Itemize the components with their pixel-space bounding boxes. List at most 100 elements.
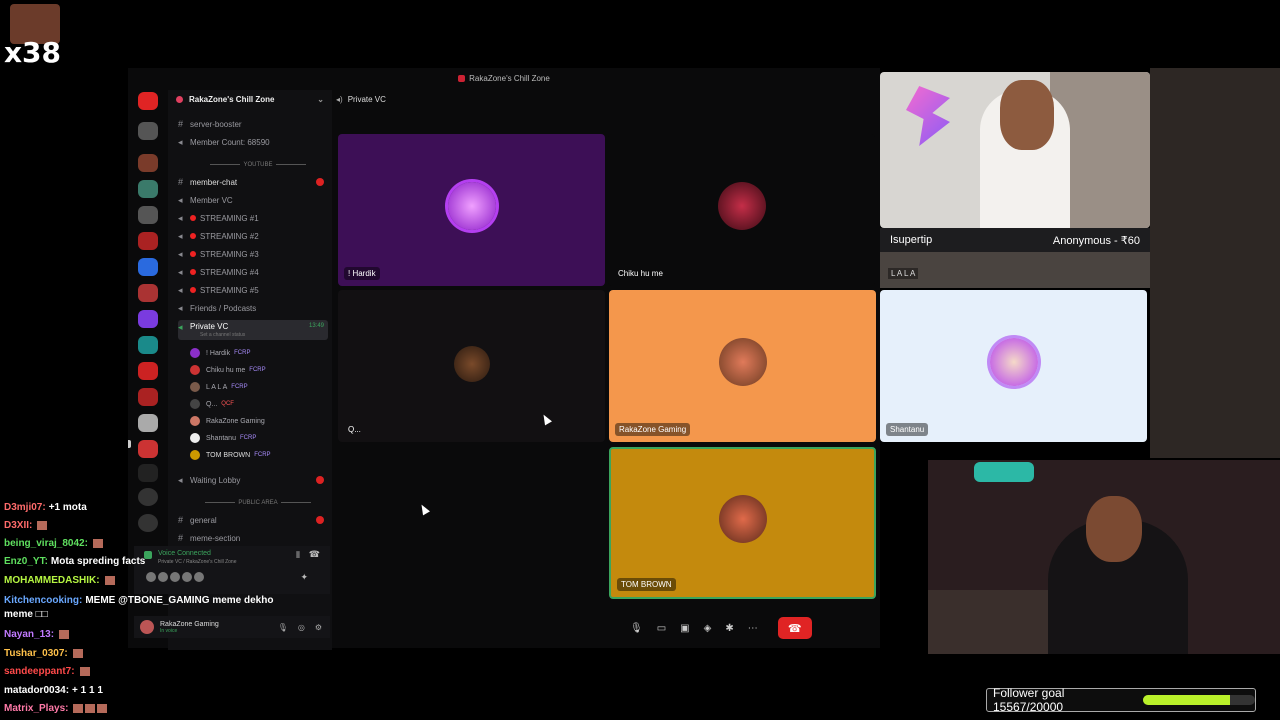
combo-counter: x38 <box>4 2 62 69</box>
channel-private-vc[interactable]: ◂ Private VC Set a channel status 13:49 <box>178 320 328 340</box>
chat-message: Kitchencooking: MEME @TBONE_GAMING meme d… <box>4 595 274 606</box>
background-room <box>1150 68 1280 458</box>
speaker-icon: ◂ <box>178 266 183 277</box>
participant-tile[interactable]: ! Hardik <box>338 134 605 286</box>
chat-message: Matrix_Plays: <box>4 703 108 714</box>
window-title: RakaZone's Chill Zone <box>469 73 550 83</box>
vc-member[interactable]: L A L A FCRP <box>190 379 320 395</box>
server-icon[interactable] <box>138 284 158 302</box>
channel-member-chat[interactable]: # member-chat <box>178 174 328 190</box>
mention-badge <box>316 178 324 186</box>
participant-tile[interactable]: Q... <box>338 290 605 442</box>
chat-message: being_viraj_8042: <box>4 538 103 549</box>
voice-status: Voice Connected <box>158 550 211 557</box>
chat-message: D3XII: <box>4 520 48 531</box>
server-icon[interactable] <box>138 310 158 328</box>
user-status: In voice <box>160 627 178 634</box>
avatar[interactable] <box>182 572 192 582</box>
emote-icon <box>72 648 83 658</box>
camera-off-icon[interactable]: ▭ <box>657 623 666 634</box>
noise-suppression-icon[interactable]: ⦀ <box>296 550 300 561</box>
channel-meme-section[interactable]: # meme-section <box>178 530 328 546</box>
avatar[interactable] <box>194 572 204 582</box>
explore-icon[interactable] <box>138 514 158 532</box>
lala-tile-strip[interactable]: L A L A <box>880 252 1150 288</box>
channel-friends-podcasts[interactable]: ◂ Friends / Podcasts <box>178 300 328 316</box>
channel-streaming-3[interactable]: ◂ STREAMING #3 <box>178 246 328 262</box>
activities-icon[interactable]: ✦ <box>300 572 308 583</box>
vc-member[interactable]: RakaZone Gaming <box>190 413 320 429</box>
participant-tile[interactable]: Shantanu <box>880 290 1147 442</box>
server-header[interactable]: RakaZone's Chill Zone ⌄ <box>168 90 332 108</box>
voice-channel-name[interactable]: Private VC / RakaZone's Chill Zone <box>158 559 237 565</box>
server-icon[interactable] <box>138 440 158 458</box>
screen-share-icon[interactable]: ▣ <box>680 623 689 634</box>
soundboard-icon[interactable]: ✱ <box>725 623 733 634</box>
server-icon[interactable] <box>138 258 158 276</box>
discord-window: RakaZone's Chill Zone RakaZone's Chill Z… <box>128 68 1147 650</box>
server-icon[interactable] <box>138 362 158 380</box>
avatar[interactable] <box>146 572 156 582</box>
live-dot <box>190 269 196 275</box>
channel-status[interactable]: Set a channel status <box>200 332 245 338</box>
speaker-icon: ◂ <box>178 322 183 332</box>
vc-member[interactable]: Chiku hu me FCRP <box>190 362 320 378</box>
participant-tile-speaking[interactable]: TOM BROWN <box>609 447 876 599</box>
vc-member[interactable]: TOM BROWN FCRP <box>190 447 320 463</box>
channel-general[interactable]: # general <box>178 512 328 528</box>
vc-member[interactable]: Q... QCF <box>190 396 320 412</box>
hash-icon: # <box>178 177 184 187</box>
server-icon[interactable] <box>138 388 158 406</box>
server-icon[interactable] <box>138 122 158 140</box>
avatar[interactable] <box>140 620 154 634</box>
headphones-icon[interactable]: ◎ <box>298 623 305 632</box>
speaker-icon: ◂ <box>178 194 183 205</box>
server-icon[interactable] <box>138 336 158 354</box>
chat-message-cont: meme □□ <box>4 609 48 620</box>
participant-name: L A L A <box>888 268 919 279</box>
add-server-icon[interactable] <box>138 488 158 506</box>
server-icon[interactable] <box>138 180 158 198</box>
server-icon[interactable] <box>138 154 158 172</box>
hangup-button[interactable]: ☎ <box>777 617 812 639</box>
server-icon-new[interactable] <box>138 92 158 110</box>
microphone-icon[interactable]: 🎙 <box>278 623 288 632</box>
channel-server-booster[interactable]: # server-booster <box>178 116 328 132</box>
channel-streaming-4[interactable]: ◂ STREAMING #4 <box>178 264 328 280</box>
settings-gear-icon[interactable]: ⚙ <box>315 623 322 632</box>
chat-message: MOHAMMEDASHIK: <box>4 575 115 586</box>
server-icon[interactable] <box>138 206 158 224</box>
donation-amount: Anonymous - ₹60 <box>1052 234 1140 247</box>
server-icon[interactable] <box>138 414 158 432</box>
vc-member[interactable]: ! Hardik FCRP <box>190 345 320 361</box>
microphone-icon[interactable]: 🎙 <box>630 623 643 634</box>
server-icon[interactable] <box>138 464 158 482</box>
follower-goal-bar <box>1143 695 1255 705</box>
channel-member-vc[interactable]: ◂ Member VC <box>178 192 328 208</box>
section-youtube[interactable]: YOUTUBE <box>188 162 328 168</box>
participant-tile[interactable]: RakaZone Gaming <box>609 290 876 442</box>
channel-member-count[interactable]: ◂ Member Count: 68590 <box>178 134 328 150</box>
activity-icon[interactable]: ◈ <box>704 623 712 634</box>
more-icon[interactable]: ⋯ <box>748 623 758 634</box>
user-info[interactable]: RakaZone Gaming In voice <box>160 621 219 634</box>
vc-member[interactable]: Shantanu FCRP <box>190 430 320 446</box>
disconnect-icon[interactable]: ☎ <box>309 549 320 560</box>
webcam-guest <box>880 72 1150 228</box>
section-public-area[interactable]: PUBLIC AREA <box>188 500 328 506</box>
server-icon[interactable] <box>138 232 158 250</box>
person-head <box>1000 80 1054 150</box>
desk <box>928 590 1048 654</box>
live-dot <box>190 233 196 239</box>
channel-streaming-1[interactable]: ◂ STREAMING #1 <box>178 210 328 226</box>
channel-streaming-2[interactable]: ◂ STREAMING #2 <box>178 228 328 244</box>
channel-streaming-5[interactable]: ◂ STREAMING #5 <box>178 282 328 298</box>
combo-count: x38 <box>4 36 62 69</box>
avatar[interactable] <box>170 572 180 582</box>
participant-name: Shantanu <box>886 423 929 436</box>
avatar[interactable] <box>158 572 168 582</box>
speaker-icon: ◂ <box>178 248 183 259</box>
chat-message: Enz0_YT: Mota spreding facts <box>4 556 146 567</box>
channel-waiting-lobby[interactable]: ◂ Waiting Lobby <box>178 472 328 488</box>
participant-tile[interactable]: Chiku hu me <box>608 134 875 286</box>
